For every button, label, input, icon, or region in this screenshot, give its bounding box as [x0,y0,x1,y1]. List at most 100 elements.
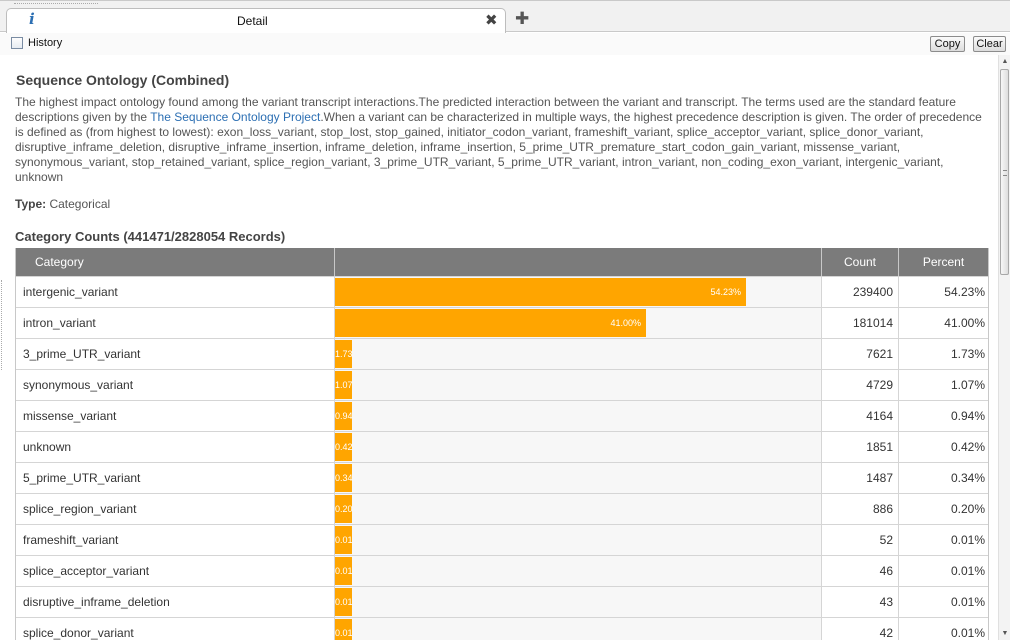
percent-bar: 54.23% [335,278,746,306]
category-cell: disruptive_inframe_deletion [16,587,335,617]
table-row[interactable]: unknown0.42%18510.42% [16,431,988,462]
count-cell: 46 [822,556,899,586]
type-value: Categorical [46,197,111,211]
percent-bar: 0.01% [335,619,352,640]
table-body: intergenic_variant 54.23% 239400 54.23% intr… [16,276,988,640]
table-header: Category Count Percent [16,248,988,276]
table-row[interactable]: splice_acceptor_variant0.01%460.01% [16,555,988,586]
percent-cell: 0.34% [950,471,985,485]
history-label: History [28,37,63,49]
percent-cell: 0.42% [950,440,985,454]
category-cell: synonymous_variant [16,370,335,400]
category-cell: frameshift_variant [16,525,335,555]
percent-bar: 0.01% [335,557,352,585]
type-label: Type: [15,197,47,211]
bar-cell: 0.20% [335,494,822,524]
bar-cell: 0.42% [335,432,822,462]
category-cell: 5_prime_UTR_variant [16,463,335,493]
percent-cell: 41.00% [944,316,985,330]
percent-cell: 54.23% [944,285,985,299]
scroll-up-icon[interactable]: ▲ [1000,58,1010,65]
count-cell: 43 [822,587,899,617]
side-splitter[interactable] [1,280,4,370]
tab-bar-border [0,0,1010,1]
count-cell: 1487 [822,463,899,493]
percent-cell: 0.20% [950,502,985,516]
percent-cell: 0.94% [950,409,985,423]
bar-cell: 0.01% [335,525,822,555]
category-cell: splice_acceptor_variant [16,556,335,586]
info-icon: i [29,10,35,28]
bar-cell: 0.34% [335,463,822,493]
detail-content: Sequence Ontology (Combined) The highest… [0,55,998,640]
category-cell: splice_region_variant [16,494,335,524]
add-tab-icon[interactable]: ✚ [515,9,529,29]
bar-cell: 1.07% [335,370,822,400]
bar-cell: 1.73% [335,339,822,369]
percent-cell: 1.07% [950,378,985,392]
vertical-scrollbar[interactable]: ▲ ▼ [998,55,1010,640]
header-category[interactable]: Category [16,248,335,276]
clear-button[interactable]: Clear [973,36,1006,52]
table-row[interactable]: synonymous_variant1.07%47291.07% [16,369,988,400]
close-icon[interactable]: ✖ [485,11,498,29]
percent-bar: 1.07% [335,371,352,399]
percent-bar: 0.01% [335,526,352,554]
count-cell: 239400 [822,277,899,307]
header-count[interactable]: Count [822,248,899,276]
copy-button[interactable]: Copy [930,36,965,52]
bar-cell: 54.23% [335,277,822,307]
category-cell: missense_variant [16,401,335,431]
scroll-down-icon[interactable]: ▼ [1000,630,1010,637]
history-checkbox[interactable]: History [11,37,62,49]
table-row[interactable]: splice_donor_variant0.01%420.01% [16,617,988,640]
bar-cell: 0.01% [335,587,822,617]
percent-cell: 0.01% [950,626,985,640]
table-row[interactable]: 5_prime_UTR_variant0.34%14870.34% [16,462,988,493]
percent-bar: 0.01% [335,588,352,616]
sequence-ontology-link[interactable]: The Sequence Ontology Project [150,110,320,124]
count-cell: 4729 [822,370,899,400]
table-row[interactable]: missense_variant0.94%41640.94% [16,400,988,431]
thumb-grip [1003,170,1007,176]
tab-bar: i Detail ✖ ✚ [0,0,1010,33]
percent-cell: 1.73% [950,347,985,361]
category-cell: intron_variant [16,308,335,338]
count-cell: 52 [822,525,899,555]
drag-grip[interactable] [14,3,98,6]
tab-title: Detail [237,14,268,28]
percent-bar: 41.00% [335,309,646,337]
field-title: Sequence Ontology (Combined) [16,72,230,88]
scrollbar-thumb[interactable] [1000,69,1009,275]
category-table: Category Count Percent intergenic_varian… [15,248,989,640]
count-cell: 42 [822,618,899,640]
table-row[interactable]: frameshift_variant0.01%520.01% [16,524,988,555]
checkbox-icon[interactable] [11,37,23,49]
table-row[interactable]: intron_variant 41.00% 181014 41.00% [16,307,988,338]
field-type: Type: Categorical [15,197,110,211]
count-cell: 886 [822,494,899,524]
percent-bar: 0.34% [335,464,352,492]
category-cell: intergenic_variant [16,277,335,307]
category-cell: unknown [16,432,335,462]
field-description: The highest impact ontology found among … [15,95,990,185]
bar-cell: 0.01% [335,556,822,586]
count-cell: 181014 [822,308,899,338]
percent-cell: 0.01% [950,595,985,609]
header-percent[interactable]: Percent [899,248,988,276]
percent-bar: 0.42% [335,433,352,461]
category-counts-title: Category Counts (441471/2828054 Records) [15,229,286,244]
tab-detail[interactable]: i Detail ✖ [6,8,506,33]
count-cell: 1851 [822,432,899,462]
percent-bar: 1.73% [335,340,352,368]
bar-cell: 0.94% [335,401,822,431]
percent-cell: 0.01% [950,564,985,578]
bar-cell: 0.01% [335,618,822,640]
table-row[interactable]: splice_region_variant0.20%8860.20% [16,493,988,524]
table-row[interactable]: disruptive_inframe_deletion0.01%430.01% [16,586,988,617]
table-row[interactable]: 3_prime_UTR_variant1.73%76211.73% [16,338,988,369]
header-bar [335,248,822,276]
percent-cell: 0.01% [950,533,985,547]
bar-cell: 41.00% [335,308,822,338]
table-row[interactable]: intergenic_variant 54.23% 239400 54.23% [16,276,988,307]
